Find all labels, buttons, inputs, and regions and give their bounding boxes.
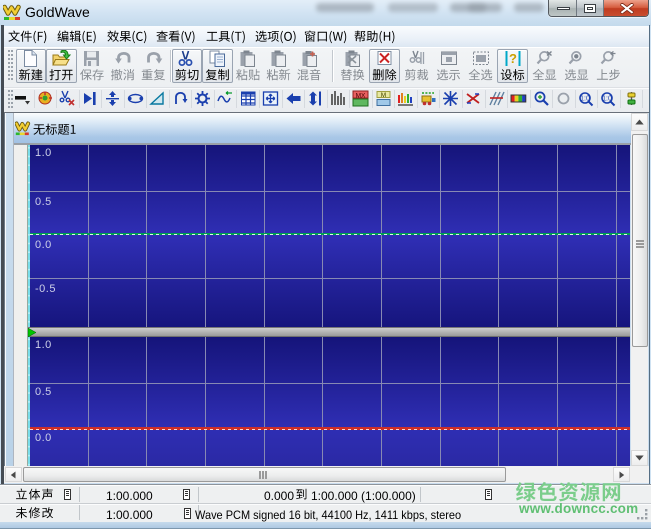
- svg-text:?: ?: [509, 51, 517, 66]
- svg-text:1:0: 1:0: [602, 96, 612, 103]
- svg-text:MX: MX: [356, 92, 366, 99]
- svg-text:1:0: 1:0: [580, 96, 590, 103]
- svg-text:M: M: [381, 92, 386, 99]
